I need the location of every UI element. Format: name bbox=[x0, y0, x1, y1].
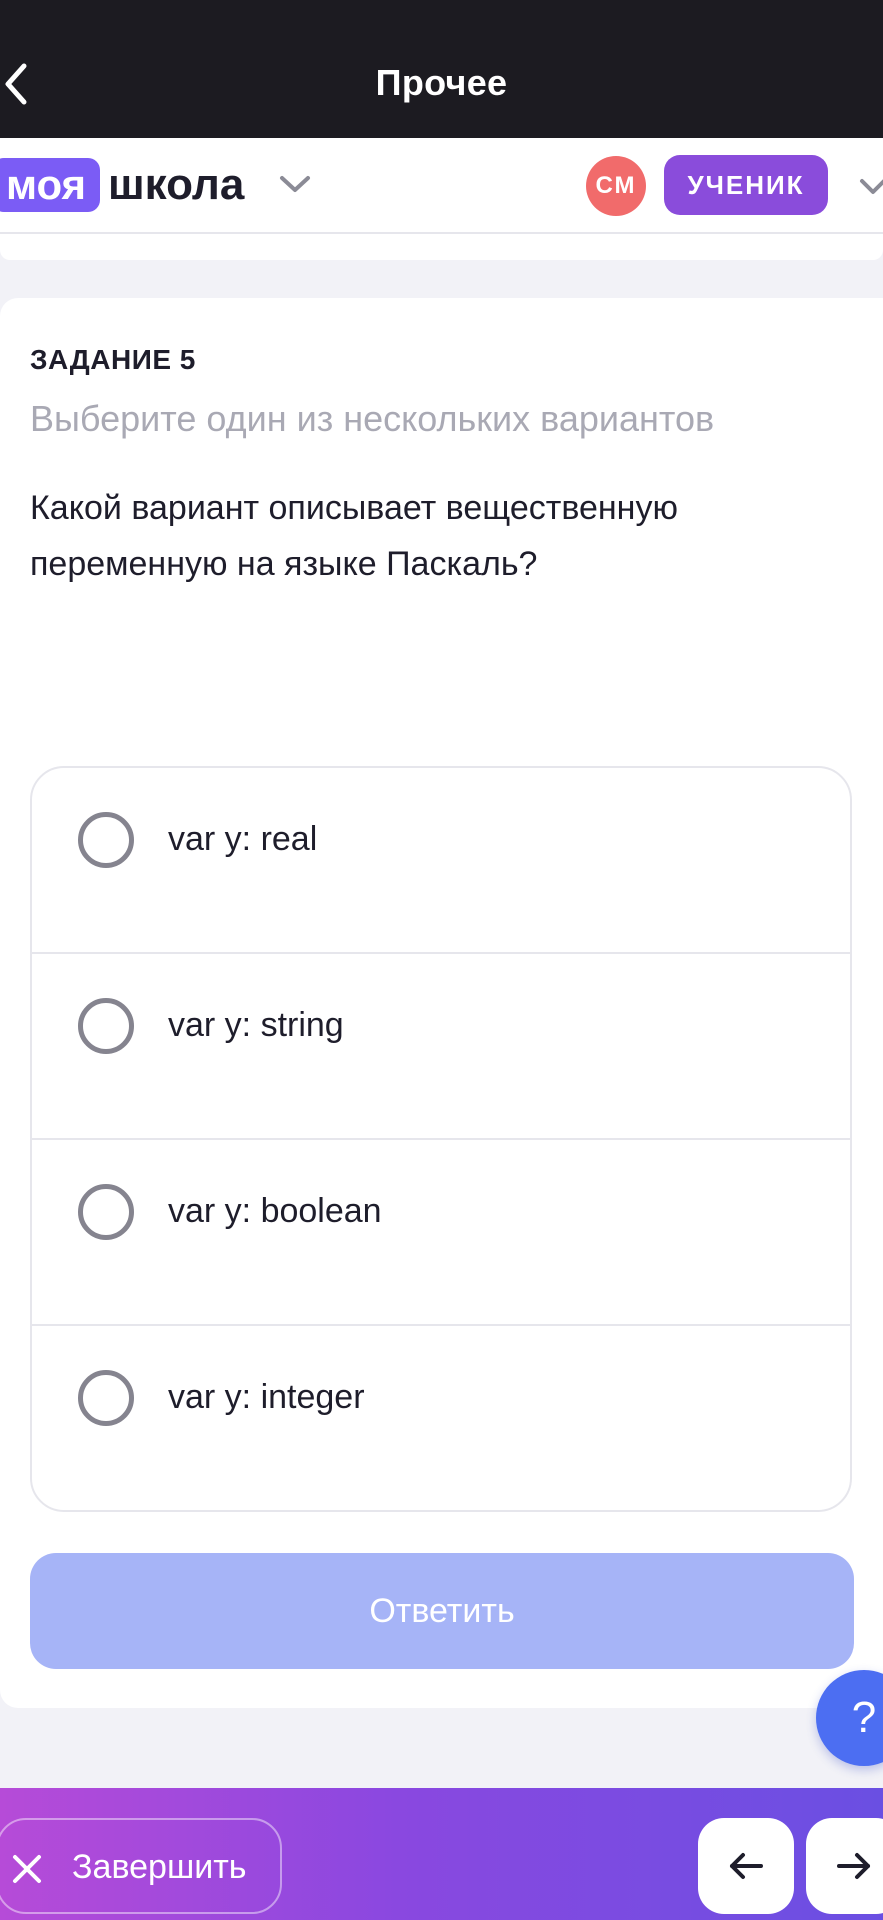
answer-button[interactable]: Ответить bbox=[30, 1553, 854, 1669]
answer-option[interactable]: var y: string bbox=[32, 954, 850, 1140]
task-hint: Выберите один из нескольких вариантов bbox=[30, 398, 715, 439]
finish-label: Завершить bbox=[72, 1848, 247, 1886]
answer-option[interactable]: var y: boolean bbox=[32, 1140, 850, 1326]
finish-button[interactable]: Завершить bbox=[0, 1818, 282, 1914]
radio-button[interactable] bbox=[78, 1370, 134, 1426]
option-label: var y: string bbox=[168, 1006, 344, 1044]
answer-option[interactable]: var y: integer bbox=[32, 1326, 850, 1510]
header-divider-strip bbox=[0, 234, 883, 260]
radio-button[interactable] bbox=[78, 812, 134, 868]
answer-option[interactable]: var y: real bbox=[32, 768, 850, 954]
question-text: Какой вариант описывает вещественную пер… bbox=[30, 489, 678, 583]
page-title: Прочее bbox=[375, 62, 508, 103]
avatar[interactable]: СМ bbox=[586, 156, 646, 216]
radio-button[interactable] bbox=[78, 998, 134, 1054]
option-label: var y: integer bbox=[168, 1378, 365, 1416]
next-task-button[interactable] bbox=[806, 1818, 883, 1914]
logo-word: школа bbox=[108, 160, 245, 209]
chevron-down-icon[interactable] bbox=[278, 172, 312, 196]
task-number: ЗАДАНИЕ 5 bbox=[30, 344, 196, 375]
option-label: var y: boolean bbox=[168, 1192, 382, 1230]
previous-task-button[interactable] bbox=[698, 1818, 794, 1914]
role-badge[interactable]: УЧЕНИК bbox=[664, 155, 828, 215]
radio-button[interactable] bbox=[78, 1184, 134, 1240]
logo-highlight: моя bbox=[0, 158, 100, 212]
option-label: var y: real bbox=[168, 820, 318, 858]
arrow-right-icon bbox=[837, 1853, 870, 1879]
answer-options: var y: real var y: string var y: boolean… bbox=[30, 766, 852, 1512]
chevron-down-icon[interactable] bbox=[858, 176, 883, 198]
top-bar: Прочее bbox=[0, 0, 883, 138]
close-icon bbox=[13, 1855, 41, 1883]
arrow-left-icon bbox=[730, 1853, 763, 1879]
